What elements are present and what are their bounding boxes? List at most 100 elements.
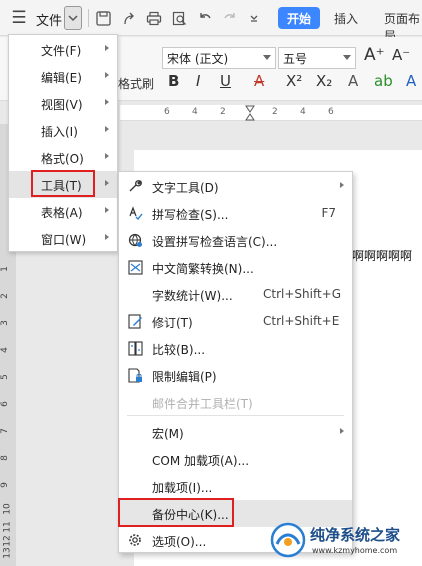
menu-item-spell-check[interactable]: 拼写检查(S)... F7 bbox=[119, 200, 352, 227]
superscript-button[interactable]: X² bbox=[286, 71, 302, 91]
bold-label: B bbox=[168, 72, 180, 90]
menu-item-compare[interactable]: 比较(B)... bbox=[119, 335, 352, 362]
highlight-icon[interactable]: ab bbox=[374, 71, 393, 91]
more-tools-chevron-icon[interactable] bbox=[246, 9, 262, 27]
strikethrough-icon[interactable]: A bbox=[254, 71, 264, 91]
save-icon[interactable] bbox=[94, 9, 112, 27]
watermark-title: 纯净系统之家 bbox=[310, 526, 401, 544]
language-globe-icon bbox=[127, 232, 143, 248]
print-icon[interactable] bbox=[145, 9, 163, 27]
ruler-tick: 4 bbox=[300, 107, 306, 117]
file-dropdown-button[interactable] bbox=[64, 6, 82, 30]
menu-item-chinese-convert[interactable]: 中文简繁转换(N)... bbox=[119, 254, 352, 281]
menu-item-label: 比较(B)... bbox=[152, 343, 206, 357]
print-preview-icon[interactable] bbox=[170, 9, 188, 27]
italic-label: I bbox=[196, 72, 201, 90]
grow-font-button[interactable]: A⁺ bbox=[364, 45, 385, 65]
subscript-label: X₂ bbox=[316, 72, 333, 90]
shortcut-text: Ctrl+Shift+E bbox=[263, 314, 340, 328]
redo-icon[interactable] bbox=[221, 9, 239, 27]
menu-item-track-changes[interactable]: 修订(T) Ctrl+Shift+E bbox=[119, 308, 352, 335]
menu-item-spell-language[interactable]: 设置拼写检查语言(C)... bbox=[119, 227, 352, 254]
menu-item-file[interactable]: 文件(F) bbox=[9, 36, 117, 63]
file-menu-button[interactable]: 文件 bbox=[36, 10, 62, 29]
font-size-select[interactable]: 五号 bbox=[278, 47, 356, 69]
menu-item-word-count[interactable]: 字数统计(W)... Ctrl+Shift+G bbox=[119, 281, 352, 308]
underline-button[interactable]: U bbox=[220, 71, 231, 91]
menu-item-view[interactable]: 视图(V) bbox=[9, 90, 117, 117]
chevron-right-icon bbox=[340, 428, 344, 434]
subscript-button[interactable]: X₂ bbox=[316, 71, 332, 91]
ruler-tick: 5 bbox=[0, 374, 10, 380]
menu-item-window[interactable]: 窗口(W) bbox=[9, 225, 117, 252]
shrink-font-label: A⁻ bbox=[392, 46, 411, 64]
text-effect-icon[interactable]: A bbox=[348, 71, 358, 91]
menu-item-label: 文字工具(D) bbox=[152, 181, 219, 195]
top-toolbar: ☰ 文件 开始 插入 页面布局 bbox=[0, 0, 422, 43]
menu-item-format[interactable]: 格式(O) bbox=[9, 144, 117, 171]
menu-item-label: 格式(O) bbox=[41, 152, 84, 166]
document-text[interactable]: 啊啊啊啊啊 bbox=[352, 247, 412, 264]
menu-item-label: 中文简繁转换(N)... bbox=[152, 262, 254, 276]
tab-insert[interactable]: 插入 bbox=[334, 10, 358, 27]
restrict-edit-icon bbox=[127, 367, 143, 383]
track-changes-icon bbox=[127, 313, 143, 329]
chevron-down-icon bbox=[68, 15, 78, 22]
tools-highlight-box bbox=[31, 170, 95, 197]
menu-item-text-tools[interactable]: 文字工具(D) bbox=[119, 173, 352, 200]
menu-item-label: 修订(T) bbox=[152, 316, 193, 330]
undo-icon[interactable] bbox=[196, 9, 214, 27]
ruler-tick: 2 bbox=[272, 107, 278, 117]
hamburger-menu-icon[interactable]: ☰ bbox=[10, 8, 28, 28]
toolbar-divider bbox=[88, 9, 89, 27]
backup-center-highlight-box bbox=[118, 498, 234, 527]
menu-item-com-addins[interactable]: COM 加载项(A)... bbox=[119, 446, 352, 473]
shrink-font-button[interactable]: A⁻ bbox=[392, 45, 410, 65]
ruler-tick: 13 bbox=[2, 547, 13, 559]
italic-button[interactable]: I bbox=[196, 71, 200, 91]
menu-item-macro[interactable]: 宏(M) bbox=[119, 419, 352, 446]
menu-item-restrict-edit[interactable]: 限制编辑(P) bbox=[119, 362, 352, 389]
chevron-right-icon bbox=[105, 153, 109, 159]
menu-item-table[interactable]: 表格(A) bbox=[9, 198, 117, 225]
watermark-url: www.kzmyhome.com bbox=[312, 546, 398, 555]
ruler-tick: 8 bbox=[0, 455, 10, 461]
spell-check-icon bbox=[127, 205, 143, 221]
tools-submenu: 文字工具(D) 拼写检查(S)... F7 设置拼写检查语言(C)... 中文简… bbox=[118, 171, 353, 553]
menu-item-label: 窗口(W) bbox=[41, 233, 87, 247]
bold-button[interactable]: B bbox=[168, 71, 179, 91]
watermark-logo-icon bbox=[270, 522, 306, 558]
menu-item-insert[interactable]: 插入(I) bbox=[9, 117, 117, 144]
menu-item-edit[interactable]: 编辑(E) bbox=[9, 63, 117, 90]
font-name-select[interactable]: 宋体 (正文) bbox=[162, 47, 276, 69]
compare-icon bbox=[127, 340, 143, 356]
menu-item-label: 文件(F) bbox=[41, 44, 82, 58]
menu-item-label: 拼写检查(S)... bbox=[152, 208, 229, 222]
format-brush-button[interactable]: 格式刷 bbox=[118, 75, 154, 92]
menu-item-label: 编辑(E) bbox=[41, 71, 82, 85]
menu-item-label: 限制编辑(P) bbox=[152, 370, 217, 384]
superscript-label: X² bbox=[286, 72, 303, 90]
export-pdf-icon[interactable] bbox=[120, 9, 138, 27]
font-name-value: 宋体 (正文) bbox=[167, 52, 229, 66]
chevron-right-icon bbox=[105, 72, 109, 78]
shortcut-text: Ctrl+Shift+G bbox=[263, 287, 342, 301]
font-color-icon[interactable]: A bbox=[406, 71, 416, 91]
ruler-tick: 2 bbox=[220, 107, 226, 117]
grow-font-label: A⁺ bbox=[364, 45, 385, 65]
tab-start[interactable]: 开始 bbox=[278, 7, 320, 29]
ruler-tick: 4 bbox=[192, 107, 198, 117]
chevron-right-icon bbox=[105, 180, 109, 186]
watermark: 纯净系统之家 www.kzmyhome.com bbox=[270, 520, 420, 564]
wrench-icon bbox=[127, 178, 143, 194]
ruler-tick: 6 bbox=[164, 107, 170, 117]
chinese-convert-icon bbox=[127, 259, 143, 275]
indent-marker-icon[interactable] bbox=[245, 105, 255, 121]
menu-item-addins[interactable]: 加载项(I)... bbox=[119, 473, 352, 500]
ruler-tick: 3 bbox=[0, 320, 10, 326]
menu-item-mail-merge-toolbar: 邮件合并工具栏(T) bbox=[119, 389, 352, 416]
menu-item-label: 插入(I) bbox=[41, 125, 78, 139]
menu-separator bbox=[127, 415, 344, 416]
ruler-tick: 1 bbox=[0, 266, 10, 272]
ruler-tick: 10 bbox=[2, 503, 13, 515]
